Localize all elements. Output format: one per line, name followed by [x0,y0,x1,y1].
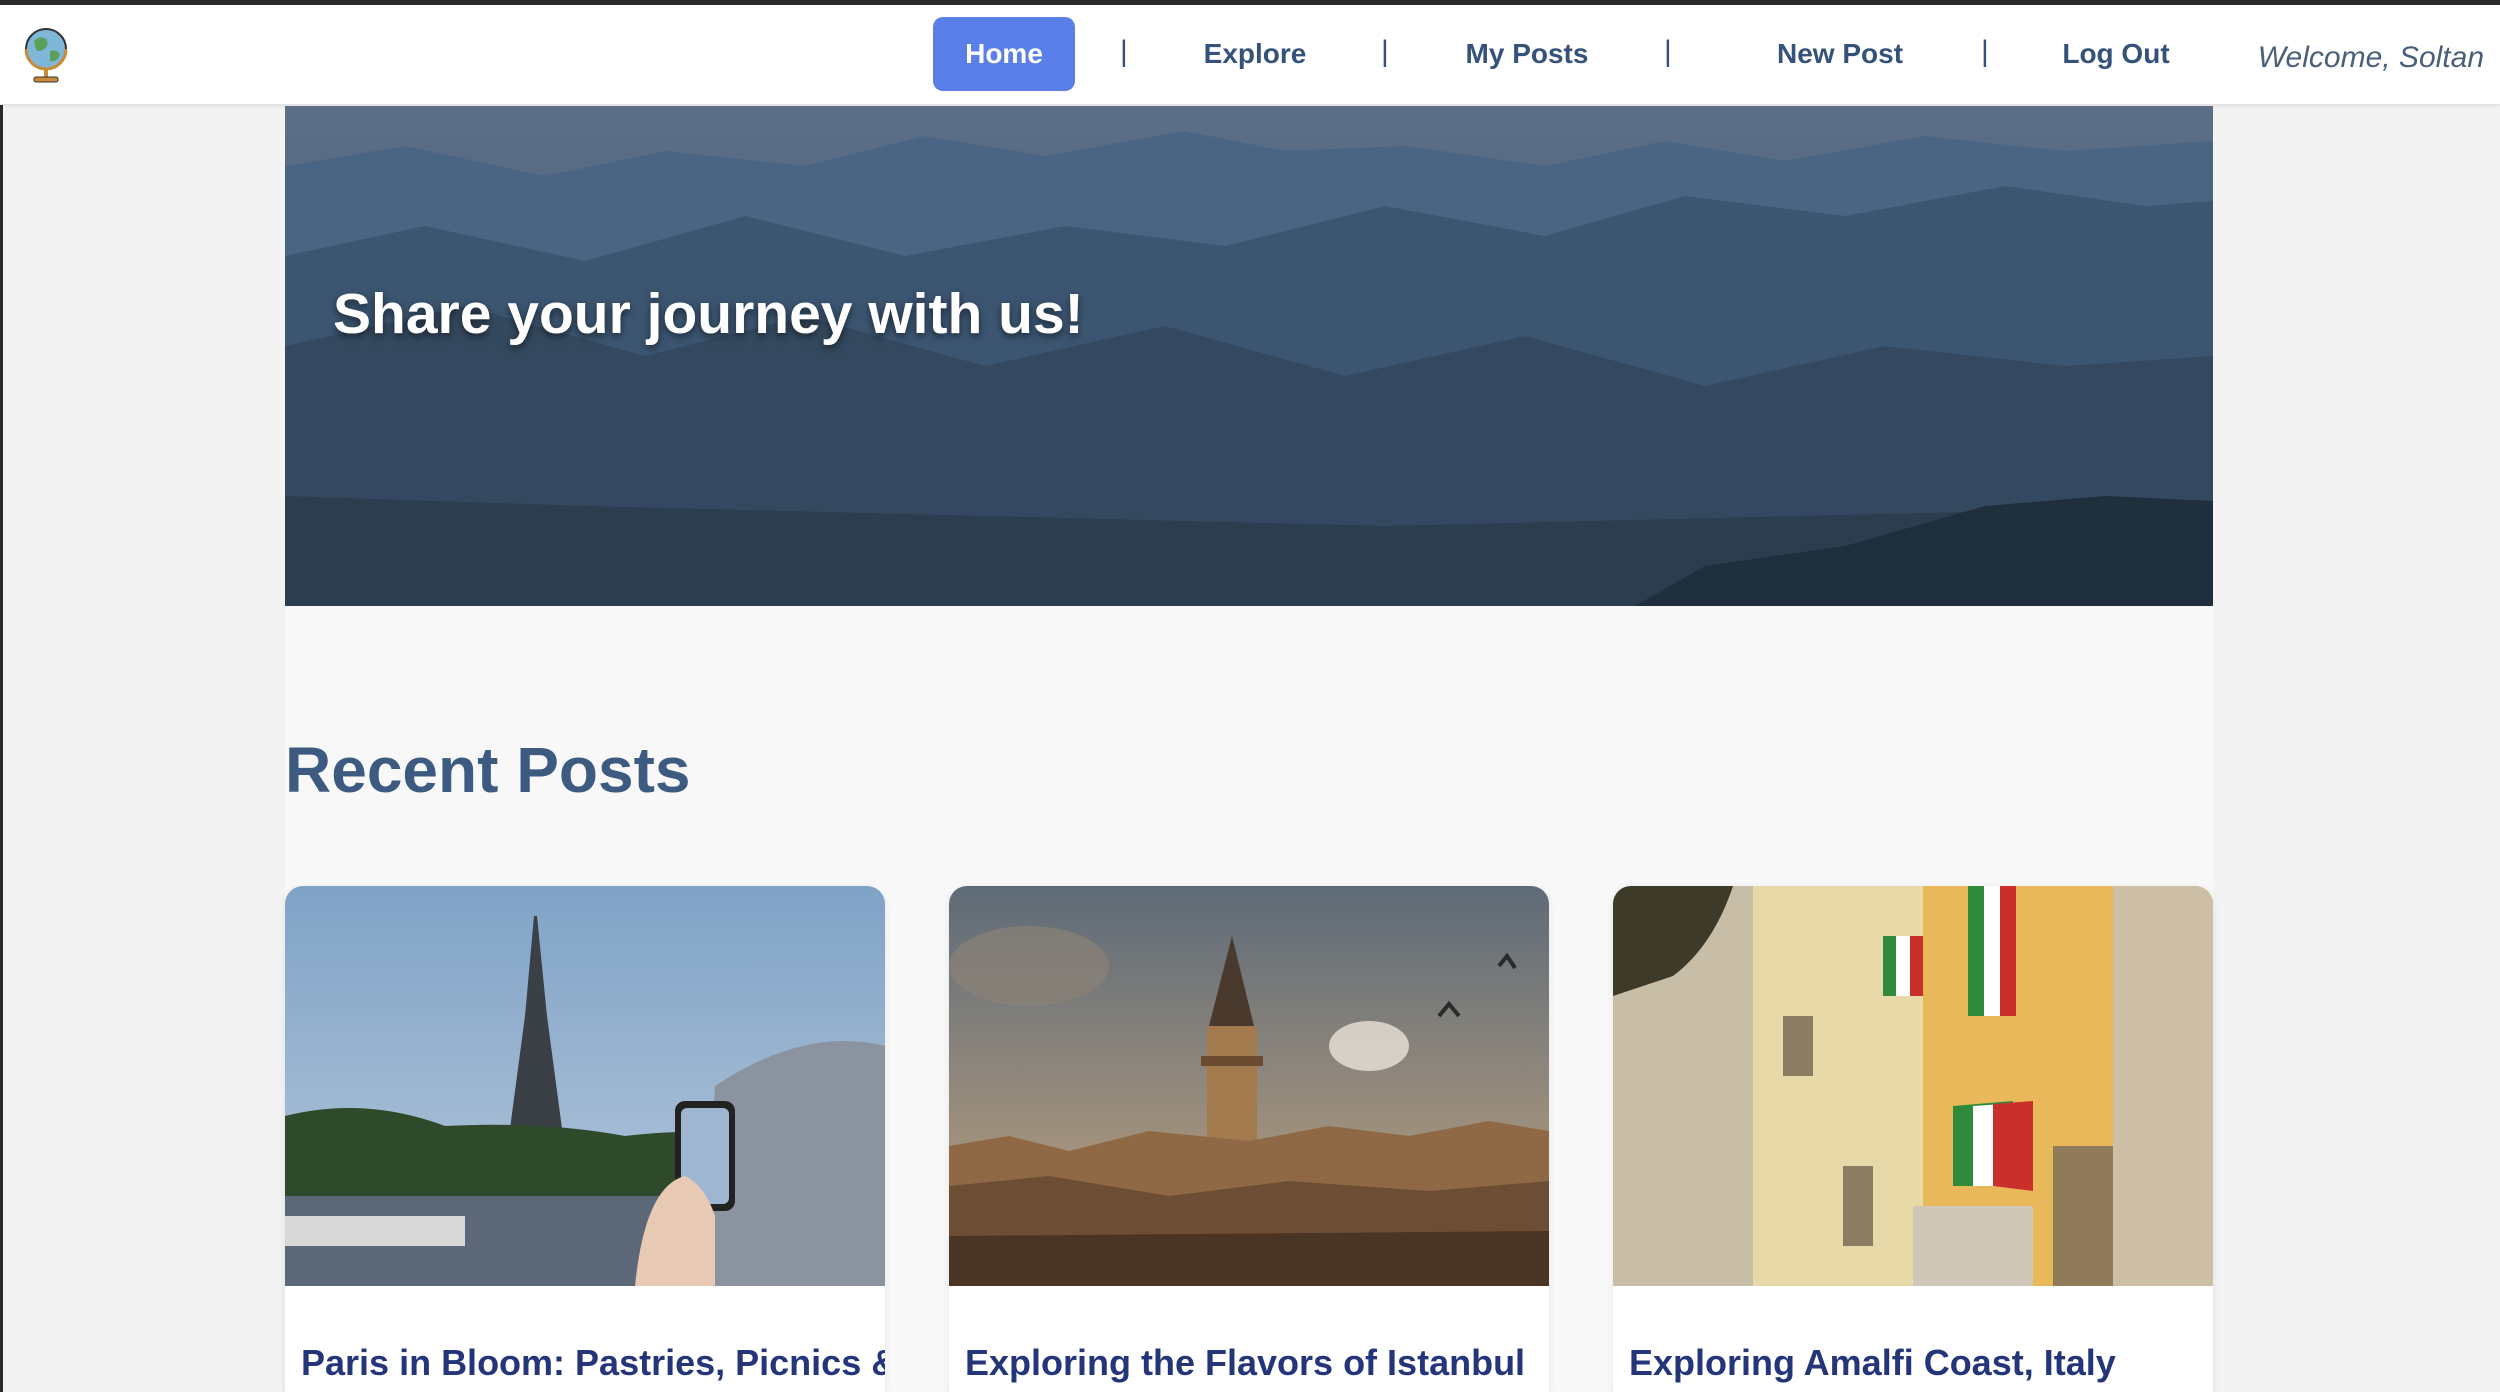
italian-street-flags-photo [1613,886,2213,1286]
post-card[interactable]: Exploring Amalfi Coast, Italy [1613,886,2213,1392]
globe-icon[interactable] [20,23,72,87]
nav-new-post-link[interactable]: New Post [1770,17,1910,91]
navbar: Home | Explore | My Posts | New Post | L… [0,5,2500,105]
galata-tower-photo [949,886,1549,1286]
post-card[interactable]: Paris in Bloom: Pastries, Picnics & [285,886,885,1392]
nav-home-button[interactable]: Home [933,17,1075,91]
window-left-border [0,0,3,1392]
post-title[interactable]: Exploring the Flavors of Istanbul [965,1342,1525,1384]
nav-separator: | [1981,35,1989,68]
nav-my-posts-link[interactable]: My Posts [1455,17,1599,91]
nav-separator: | [1664,35,1672,68]
welcome-message: Welcome, Soltan [2257,41,2484,74]
nav-log-out-link[interactable]: Log Out [2056,17,2176,91]
post-title[interactable]: Paris in Bloom: Pastries, Picnics & [301,1342,885,1384]
recent-posts-heading: Recent Posts [285,734,691,806]
nav-separator: | [1381,35,1389,68]
eiffel-tower-photo [285,886,885,1286]
mountain-landscape-image [285,106,2213,606]
nav-separator: | [1120,35,1128,68]
hero-title: Share your journey with us! [333,282,1084,346]
hero-banner: Share your journey with us! [285,106,2213,606]
post-title[interactable]: Exploring Amalfi Coast, Italy [1629,1342,2116,1384]
nav-explore-link[interactable]: Explore [1190,17,1320,91]
post-card[interactable]: Exploring the Flavors of Istanbul [949,886,1549,1392]
